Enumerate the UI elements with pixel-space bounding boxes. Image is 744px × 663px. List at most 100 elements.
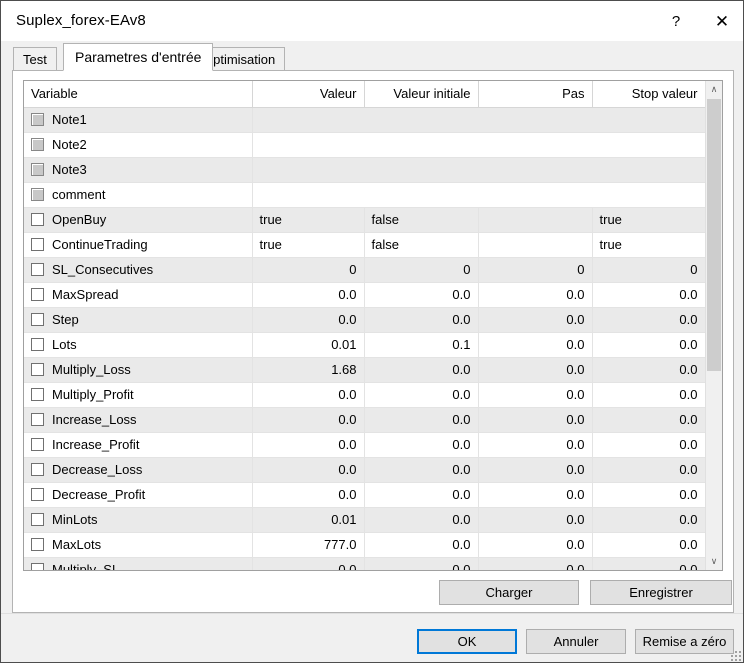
cell-valeur[interactable]: 0.0 <box>252 282 364 307</box>
table-row[interactable]: Increase_Loss0.00.00.00.0 <box>24 407 705 432</box>
cell-variable[interactable]: Note2 <box>24 132 252 157</box>
table-row[interactable]: Multiply_Loss1.680.00.00.0 <box>24 357 705 382</box>
column-header-valeur-initiale[interactable]: Valeur initiale <box>364 81 478 107</box>
cell-stop-valeur[interactable]: 0.0 <box>592 482 705 507</box>
cell-pas[interactable] <box>478 232 592 257</box>
cell-stop-valeur[interactable]: 0.0 <box>592 407 705 432</box>
cell-valeur-initiale[interactable]: 0.0 <box>364 282 478 307</box>
cell-variable[interactable]: Increase_Profit <box>24 432 252 457</box>
cell-valeur-initiale[interactable]: 0.0 <box>364 307 478 332</box>
cell-pas[interactable]: 0.0 <box>478 382 592 407</box>
column-header-variable[interactable]: Variable <box>24 81 252 107</box>
tab-parametres-entree[interactable]: Parametres d'entrée <box>63 43 213 71</box>
cell-valeur[interactable]: 777.0 <box>252 532 364 557</box>
cell-empty[interactable] <box>252 182 705 207</box>
scroll-up-button[interactable]: ∧ <box>706 81 722 98</box>
cell-pas[interactable]: 0.0 <box>478 282 592 307</box>
cell-stop-valeur[interactable]: true <box>592 207 705 232</box>
scrollbar-thumb[interactable] <box>707 99 721 371</box>
cell-variable[interactable]: SL_Consecutives <box>24 257 252 282</box>
table-row[interactable]: Multiply_SL0.00.00.00.0 <box>24 557 705 570</box>
cell-valeur-initiale[interactable]: 0.0 <box>364 382 478 407</box>
cell-stop-valeur[interactable]: 0 <box>592 257 705 282</box>
cell-valeur[interactable]: 0.0 <box>252 432 364 457</box>
cell-valeur[interactable]: true <box>252 232 364 257</box>
column-header-valeur[interactable]: Valeur <box>252 81 364 107</box>
cell-valeur-initiale[interactable]: 0.1 <box>364 332 478 357</box>
table-row[interactable]: Increase_Profit0.00.00.00.0 <box>24 432 705 457</box>
cell-stop-valeur[interactable]: 0.0 <box>592 382 705 407</box>
checkbox-decrease_loss[interactable] <box>31 463 44 476</box>
cell-empty[interactable] <box>252 157 705 182</box>
checkbox-multiply_profit[interactable] <box>31 388 44 401</box>
checkbox-sl_consecutives[interactable] <box>31 263 44 276</box>
cell-valeur-initiale[interactable]: false <box>364 207 478 232</box>
cell-empty[interactable] <box>252 132 705 157</box>
cell-stop-valeur[interactable]: true <box>592 232 705 257</box>
column-header-stop-valeur[interactable]: Stop valeur <box>592 81 705 107</box>
cell-stop-valeur[interactable]: 0.0 <box>592 507 705 532</box>
vertical-scrollbar[interactable]: ∧ ∨ <box>705 81 722 570</box>
cell-variable[interactable]: Multiply_Profit <box>24 382 252 407</box>
enregistrer-button[interactable]: Enregistrer <box>590 580 732 605</box>
checkbox-decrease_profit[interactable] <box>31 488 44 501</box>
cell-valeur-initiale[interactable]: 0.0 <box>364 357 478 382</box>
cell-valeur[interactable]: 0.01 <box>252 507 364 532</box>
table-row[interactable]: Note3 <box>24 157 705 182</box>
cell-valeur[interactable]: true <box>252 207 364 232</box>
cell-valeur[interactable]: 0.0 <box>252 557 364 570</box>
cell-variable[interactable]: MaxSpread <box>24 282 252 307</box>
column-header-pas[interactable]: Pas <box>478 81 592 107</box>
ok-button[interactable]: OK <box>417 629 517 654</box>
table-row[interactable]: ContinueTradingtruefalsetrue <box>24 232 705 257</box>
cell-variable[interactable]: Multiply_Loss <box>24 357 252 382</box>
cell-valeur[interactable]: 0 <box>252 257 364 282</box>
resize-grip-icon[interactable] <box>731 651 742 662</box>
cell-empty[interactable] <box>252 107 705 132</box>
table-row[interactable]: Multiply_Profit0.00.00.00.0 <box>24 382 705 407</box>
reset-button[interactable]: Remise a zéro <box>635 629 734 654</box>
table-row[interactable]: MinLots0.010.00.00.0 <box>24 507 705 532</box>
help-button[interactable]: ? <box>653 1 699 41</box>
cell-pas[interactable]: 0.0 <box>478 482 592 507</box>
cell-variable[interactable]: MinLots <box>24 507 252 532</box>
cell-variable[interactable]: MaxLots <box>24 532 252 557</box>
table-row[interactable]: Note1 <box>24 107 705 132</box>
table-row[interactable]: Decrease_Profit0.00.00.00.0 <box>24 482 705 507</box>
cell-valeur[interactable]: 0.0 <box>252 457 364 482</box>
checkbox-increase_profit[interactable] <box>31 438 44 451</box>
table-row[interactable]: MaxLots777.00.00.00.0 <box>24 532 705 557</box>
cell-valeur-initiale[interactable]: 0.0 <box>364 407 478 432</box>
cell-variable[interactable]: comment <box>24 182 252 207</box>
table-row[interactable]: Note2 <box>24 132 705 157</box>
cell-variable[interactable]: ContinueTrading <box>24 232 252 257</box>
checkbox-openbuy[interactable] <box>31 213 44 226</box>
cell-pas[interactable]: 0.0 <box>478 432 592 457</box>
cell-variable[interactable]: Lots <box>24 332 252 357</box>
cell-pas[interactable]: 0 <box>478 257 592 282</box>
cell-valeur-initiale[interactable]: 0.0 <box>364 457 478 482</box>
cell-stop-valeur[interactable]: 0.0 <box>592 557 705 570</box>
cell-pas[interactable]: 0.0 <box>478 307 592 332</box>
table-row[interactable]: Decrease_Loss0.00.00.00.0 <box>24 457 705 482</box>
cell-stop-valeur[interactable]: 0.0 <box>592 307 705 332</box>
cell-stop-valeur[interactable]: 0.0 <box>592 432 705 457</box>
cell-variable[interactable]: Step <box>24 307 252 332</box>
cell-stop-valeur[interactable]: 0.0 <box>592 282 705 307</box>
cell-valeur[interactable]: 0.0 <box>252 307 364 332</box>
cancel-button[interactable]: Annuler <box>526 629 626 654</box>
cell-pas[interactable] <box>478 207 592 232</box>
tab-test[interactable]: Test <box>13 47 57 71</box>
checkbox-step[interactable] <box>31 313 44 326</box>
table-row[interactable]: MaxSpread0.00.00.00.0 <box>24 282 705 307</box>
table-row[interactable]: Step0.00.00.00.0 <box>24 307 705 332</box>
cell-variable[interactable]: Note3 <box>24 157 252 182</box>
table-row[interactable]: OpenBuytruefalsetrue <box>24 207 705 232</box>
cell-stop-valeur[interactable]: 0.0 <box>592 332 705 357</box>
checkbox-maxlots[interactable] <box>31 538 44 551</box>
cell-stop-valeur[interactable]: 0.0 <box>592 357 705 382</box>
cell-valeur-initiale[interactable]: 0.0 <box>364 482 478 507</box>
checkbox-continuetrading[interactable] <box>31 238 44 251</box>
checkbox-lots[interactable] <box>31 338 44 351</box>
cell-valeur-initiale[interactable]: 0.0 <box>364 507 478 532</box>
